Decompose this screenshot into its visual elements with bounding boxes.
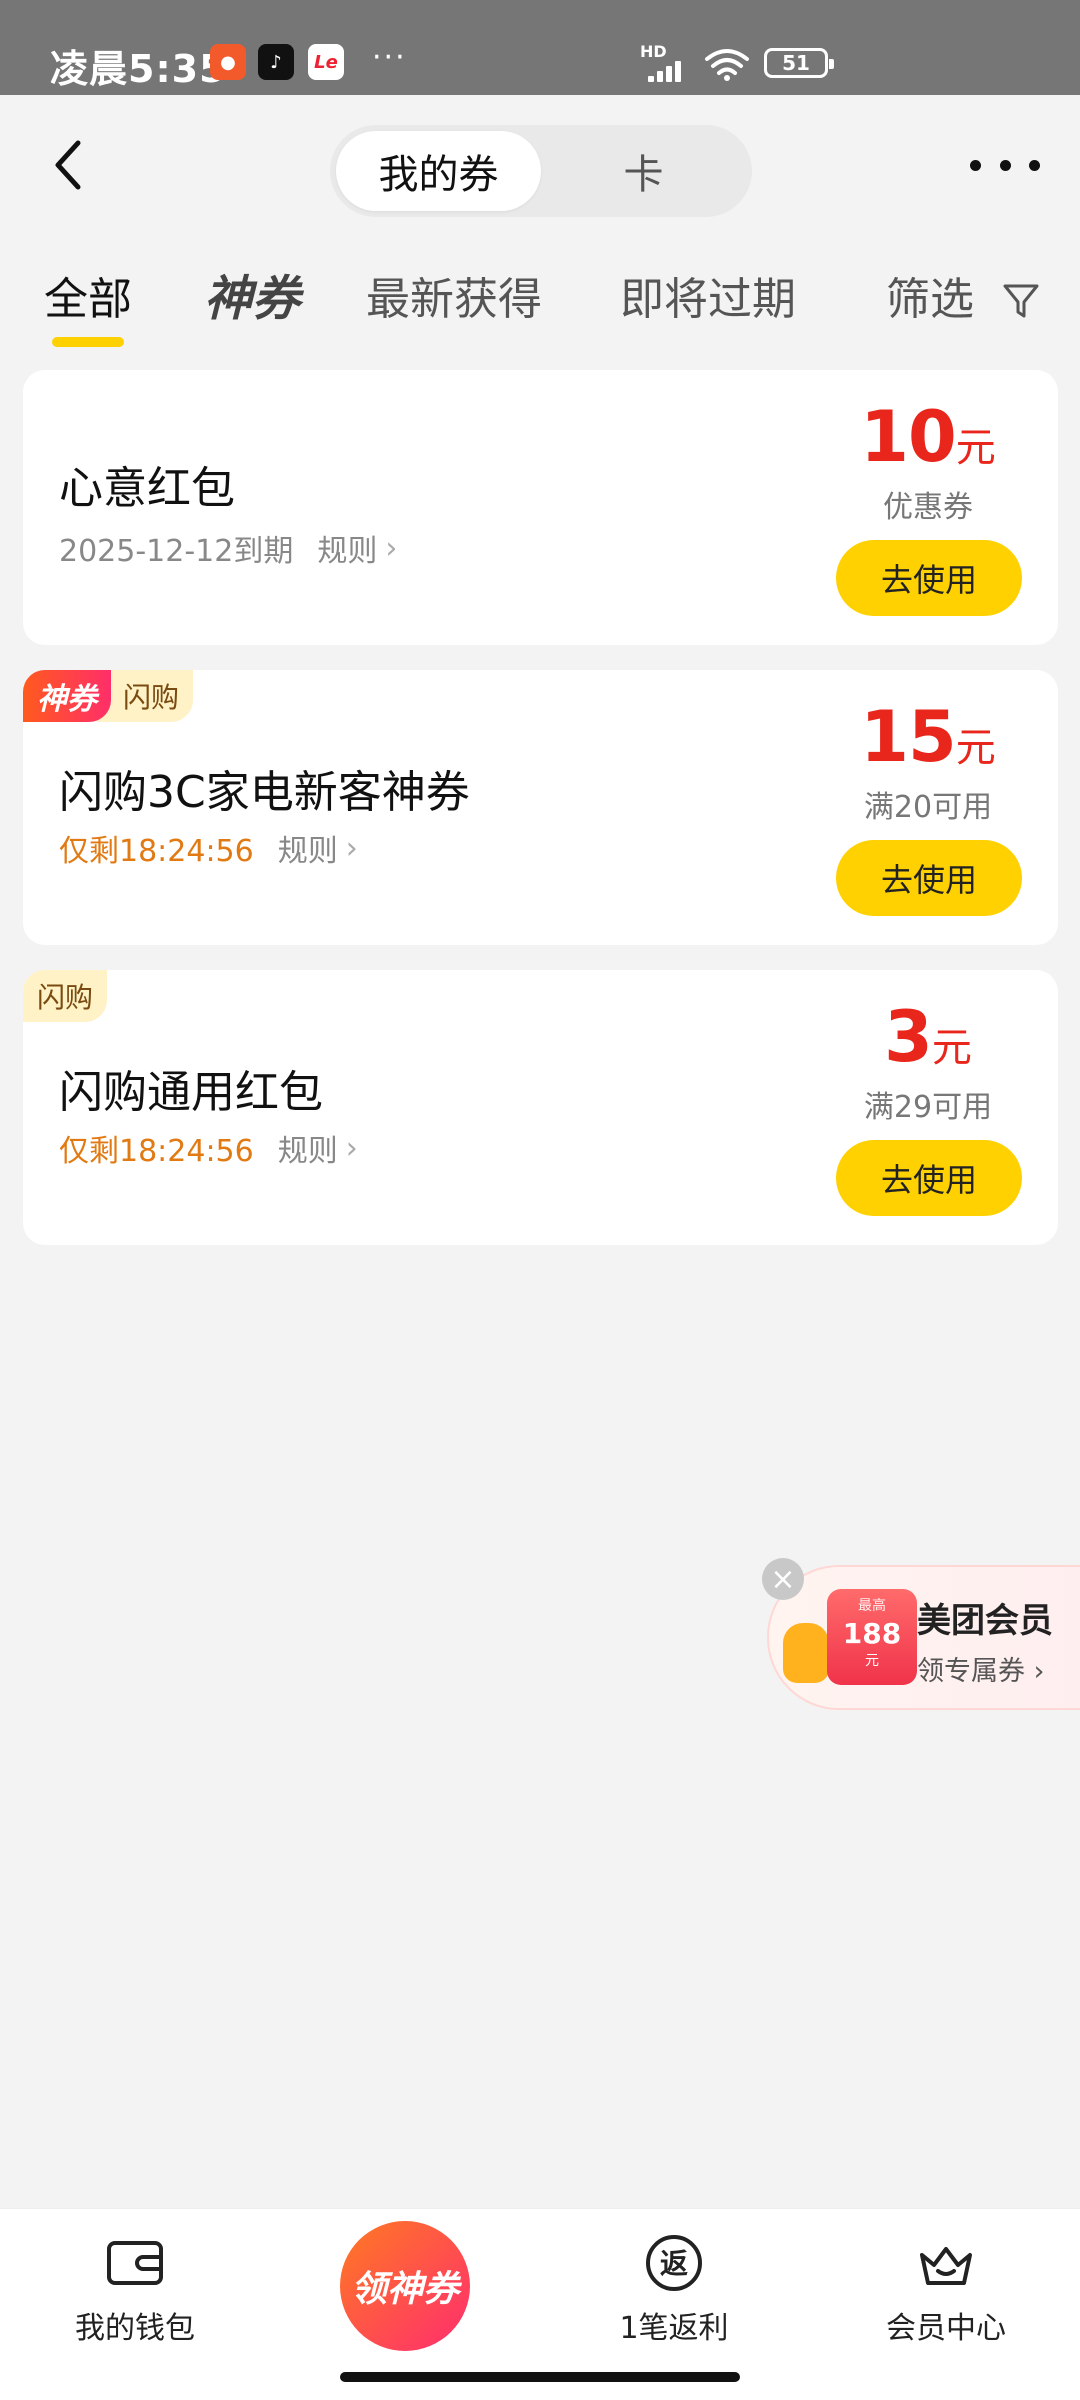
coupon-title: 闪购通用红包 bbox=[59, 1067, 323, 1118]
hand-icon bbox=[783, 1623, 829, 1683]
wifi-icon bbox=[705, 49, 749, 81]
coupon-condition: 满29可用 bbox=[863, 1090, 993, 1125]
tab-expiring[interactable]: 即将过期 bbox=[620, 263, 796, 327]
filter-icon bbox=[1003, 284, 1039, 318]
coupon-amount-value: 3 bbox=[884, 996, 933, 1078]
use-coupon-button[interactable]: 去使用 bbox=[836, 1140, 1022, 1216]
coupon-title: 闪购3C家电新客神券 bbox=[59, 767, 470, 818]
close-icon[interactable]: × bbox=[762, 1558, 804, 1600]
filter-tabs: 全部 神券 最新获得 即将过期 筛选 bbox=[0, 245, 1080, 355]
coupon-rule-label: 规则 bbox=[317, 534, 378, 569]
more-notifications-icon: ··· bbox=[372, 40, 407, 75]
use-coupon-button[interactable]: 去使用 bbox=[836, 540, 1022, 616]
get-coupon-button[interactable]: 领神券 bbox=[340, 2221, 470, 2351]
le-icon: Le bbox=[308, 44, 344, 80]
nav-member-center[interactable]: 会员中心 bbox=[846, 2231, 1046, 2347]
promo-subtitle-text: 领专属券 bbox=[917, 1656, 1025, 1687]
home-indicator[interactable] bbox=[340, 2372, 740, 2382]
promo-subtitle: 领专属券 › bbox=[917, 1649, 1044, 1688]
coupon-amount-unit: 元 bbox=[955, 425, 996, 471]
coupon-card[interactable]: 神券 闪购 闪购3C家电新客神券 仅剩18:24:56 规则 › 15元 满20… bbox=[23, 670, 1058, 945]
wallet-icon bbox=[107, 2241, 163, 2285]
nav-wallet[interactable]: 我的钱包 bbox=[35, 2231, 235, 2347]
coupon-meta: 2025-12-12到期 规则 › bbox=[59, 526, 397, 570]
promo-coupon-value: 188 bbox=[842, 1617, 902, 1650]
nav-rebate[interactable]: 返 1笔返利 bbox=[574, 2231, 774, 2347]
coupon-amount-unit: 元 bbox=[955, 725, 996, 771]
coupon-amount: 10元 优惠券 bbox=[838, 396, 1018, 526]
status-bar: 凌晨5:35 ● ♪ Le ··· HD 51 bbox=[0, 0, 1080, 95]
coupon-title: 心意红包 bbox=[59, 463, 235, 514]
coupon-rule-label: 规则 bbox=[277, 1134, 338, 1169]
tab-filter[interactable]: 筛选 bbox=[886, 263, 1040, 327]
coupon-condition: 优惠券 bbox=[883, 490, 973, 525]
chevron-right-icon: › bbox=[345, 830, 358, 866]
coupon-expiry: 2025-12-12到期 bbox=[59, 534, 294, 569]
segment-control: 我的券 卡 bbox=[330, 125, 752, 217]
app1-icon: ● bbox=[210, 44, 246, 80]
rebate-icon: 返 bbox=[646, 2235, 702, 2291]
battery-icon: 51 bbox=[764, 48, 834, 78]
tag-shangou: 闪购 bbox=[23, 970, 108, 1022]
coupon-condition: 满20可用 bbox=[863, 790, 993, 825]
tag-shenjuan: 神券 bbox=[23, 670, 111, 722]
promo-coupon-top: 最高 bbox=[858, 1598, 886, 1614]
member-promo-banner[interactable]: 最高 188 元 美团会员 领专属券 › bbox=[767, 1565, 1080, 1710]
coupon-tags: 闪购 bbox=[23, 970, 108, 1022]
coupon-amount: 3元 满29可用 bbox=[838, 996, 1018, 1126]
chevron-right-icon: › bbox=[345, 1130, 358, 1166]
more-options-icon[interactable] bbox=[970, 145, 1040, 185]
nav-rebate-label: 1笔返利 bbox=[619, 2311, 729, 2346]
nav-member-label: 会员中心 bbox=[886, 2311, 1006, 2346]
status-time: 凌晨5:35 bbox=[50, 47, 227, 91]
header: 我的券 卡 bbox=[0, 95, 1080, 245]
coupon-meta: 仅剩18:24:56 规则 › bbox=[59, 826, 358, 870]
promo-title: 美团会员 bbox=[917, 1601, 1053, 1641]
segment-my-coupons[interactable]: 我的券 bbox=[336, 131, 541, 211]
coupon-rule-link[interactable]: 规则 › bbox=[278, 826, 358, 870]
tab-all[interactable]: 全部 bbox=[44, 263, 132, 347]
tag-shangou: 闪购 bbox=[97, 670, 194, 722]
chevron-right-icon: › bbox=[1025, 1656, 1045, 1687]
use-coupon-button[interactable]: 去使用 bbox=[836, 840, 1022, 916]
crown-basket-icon bbox=[920, 2247, 972, 2285]
coupon-card[interactable]: 心意红包 2025-12-12到期 规则 › 10元 优惠券 去使用 bbox=[23, 370, 1058, 645]
tab-filter-label: 筛选 bbox=[886, 274, 974, 325]
tab-newest[interactable]: 最新获得 bbox=[366, 263, 542, 327]
coupon-countdown: 仅剩18:24:56 bbox=[59, 1134, 254, 1169]
tiktok-icon: ♪ bbox=[258, 44, 294, 80]
coupon-rule-label: 规则 bbox=[277, 834, 338, 869]
tab-all-label: 全部 bbox=[44, 274, 132, 325]
coupon-amount-unit: 元 bbox=[931, 1025, 972, 1071]
coupon-amount-value: 10 bbox=[860, 396, 956, 478]
coupon-countdown: 仅剩18:24:56 bbox=[59, 834, 254, 869]
signal-icon bbox=[648, 58, 688, 82]
rebate-icon-char: 返 bbox=[660, 2247, 688, 2280]
coupon-rule-link[interactable]: 规则 › bbox=[278, 1126, 358, 1170]
coupon-rule-link[interactable]: 规则 › bbox=[317, 526, 397, 570]
coupon-card[interactable]: 闪购 闪购通用红包 仅剩18:24:56 规则 › 3元 满29可用 去使用 bbox=[23, 970, 1058, 1245]
segment-cards[interactable]: 卡 bbox=[541, 131, 746, 211]
tab-active-indicator bbox=[52, 337, 124, 347]
coupon-meta: 仅剩18:24:56 规则 › bbox=[59, 1126, 358, 1170]
promo-coupon-unit: 元 bbox=[865, 1653, 879, 1669]
chevron-right-icon: › bbox=[385, 530, 398, 566]
back-icon[interactable] bbox=[40, 135, 100, 195]
coupon-amount: 15元 满20可用 bbox=[838, 696, 1018, 826]
nav-wallet-label: 我的钱包 bbox=[75, 2311, 195, 2346]
promo-coupon-icon: 最高 188 元 bbox=[827, 1589, 917, 1685]
coupon-amount-value: 15 bbox=[860, 696, 956, 778]
coupon-tags: 神券 闪购 bbox=[23, 670, 194, 722]
tab-shenjuan[interactable]: 神券 bbox=[204, 259, 300, 329]
